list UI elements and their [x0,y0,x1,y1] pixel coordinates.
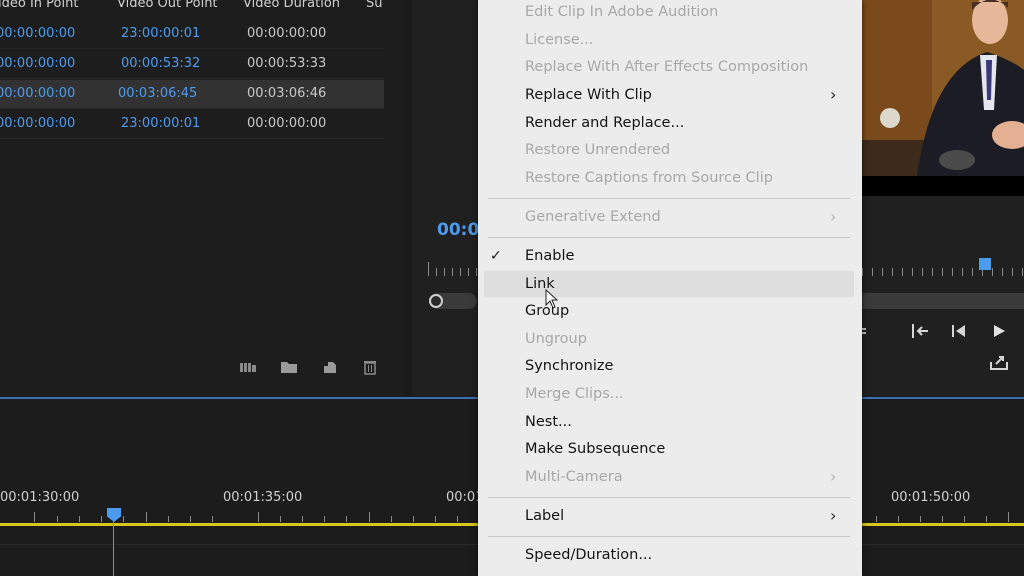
new-bin-icon[interactable] [280,358,298,376]
menu-item-edit-clip-in-audition: Edit Clip In Adobe Audition [525,4,719,20]
menu-item-synchronize[interactable]: Synchronize [525,358,613,374]
menu-item-nest[interactable]: Nest... [525,414,572,430]
menu-separator [488,536,850,537]
playhead-line [113,520,114,576]
step-back-icon[interactable] [950,322,968,340]
submenu-arrow-icon: › [830,207,837,226]
timeline-time-label: 00:01:30:00 [0,490,80,505]
video-out-point-cell[interactable]: 23:00:00:01 [121,26,200,41]
menu-item-merge-clips: Merge Clips... [525,386,624,402]
timeline-time-label: 00:01:50:00 [891,490,971,505]
submenu-arrow-icon: › [830,506,837,525]
timeline-time-label: 00:01:35:00 [223,490,303,505]
timeline-ruler-right[interactable] [862,508,1024,522]
menu-item-replace-with-clip[interactable]: Replace With Clip [525,87,652,103]
column-header-video-in-point[interactable]: ideo In Point [0,0,78,11]
menu-item-ungroup: Ungroup [525,331,587,347]
checkmark-icon: ✓ [490,248,502,264]
menu-item-make-subsequence[interactable]: Make Subsequence [525,441,665,457]
menu-item-generative-extend: Generative Extend [525,209,661,225]
video-duration-cell: 00:00:00:00 [247,116,327,131]
menu-separator [488,497,850,498]
video-in-point-cell[interactable]: 00:00:00:00 [0,116,75,131]
video-duration-cell: 00:00:00:00 [247,26,327,41]
video-in-point-cell[interactable]: 00:00:00:00 [0,56,75,71]
bracket-icon [860,328,866,334]
menu-item-multi-camera: Multi-Camera [525,469,623,485]
column-header-video-out-point[interactable]: Video Out Point [117,0,218,11]
menu-item-group[interactable]: Group [525,303,569,319]
video-out-point-cell[interactable]: 00:03:06:45 [118,86,197,101]
export-frame-icon[interactable] [988,352,1010,372]
submenu-arrow-icon: › [830,467,837,486]
zoom-scrollbar-handle[interactable] [429,294,443,308]
table-row[interactable]: 00:00:00:00 00:00:53:32 00:00:53:33 [0,50,384,79]
timeline-ruler[interactable] [0,508,480,522]
menu-item-render-and-replace[interactable]: Render and Replace... [525,115,684,131]
menu-item-replace-with-ae-comp: Replace With After Effects Composition [525,59,809,75]
video-preview[interactable] [862,0,1024,196]
project-panel: ideo In Point Video Out Point Video Dura… [0,0,404,396]
video-frame-image [862,0,1024,196]
freeform-view-icon[interactable] [239,358,257,376]
video-duration-cell: 00:00:53:33 [247,56,327,71]
menu-separator [488,237,850,238]
menu-item-label[interactable]: Label [525,508,564,524]
new-item-icon[interactable] [321,358,339,376]
go-to-in-icon[interactable] [910,322,930,340]
menu-item-enable[interactable]: Enable [525,248,574,264]
project-panel-footer [0,358,404,378]
video-out-point-cell[interactable]: 00:00:53:32 [121,56,200,71]
monitor-ruler-right[interactable] [862,262,1024,276]
menu-separator [488,198,850,199]
zoom-scrollbar-right[interactable] [862,293,1024,309]
monitor-playhead[interactable] [979,258,991,270]
column-header-subclip[interactable]: Su [366,0,383,11]
submenu-arrow-icon: › [830,85,837,104]
column-header-video-duration[interactable]: Video Duration [243,0,340,11]
table-row[interactable]: 00:00:00:00 23:00:00:01 00:00:00:00 [0,110,384,139]
menu-item-license: License... [525,32,594,48]
monitor-timecode[interactable]: 00:0 [437,220,479,240]
context-menu: Edit Clip In Adobe Audition License... R… [478,0,862,576]
trash-icon[interactable] [361,358,379,376]
video-in-point-cell[interactable]: 00:00:00:00 [0,86,75,101]
video-duration-cell: 00:03:06:46 [247,86,327,101]
table-row[interactable]: 00:00:00:00 23:00:00:01 00:00:00:00 [0,20,384,49]
menu-item-restore-captions: Restore Captions from Source Clip [525,170,773,186]
video-out-point-cell[interactable]: 23:00:00:01 [121,116,200,131]
menu-item-restore-unrendered: Restore Unrendered [525,142,671,158]
menu-item-speed-duration[interactable]: Speed/Duration... [525,547,652,563]
play-icon[interactable] [990,322,1008,340]
video-in-point-cell[interactable]: 00:00:00:00 [0,26,75,41]
table-row-selected[interactable]: 00:00:00:00 00:03:06:45 00:03:06:46 [0,80,384,109]
